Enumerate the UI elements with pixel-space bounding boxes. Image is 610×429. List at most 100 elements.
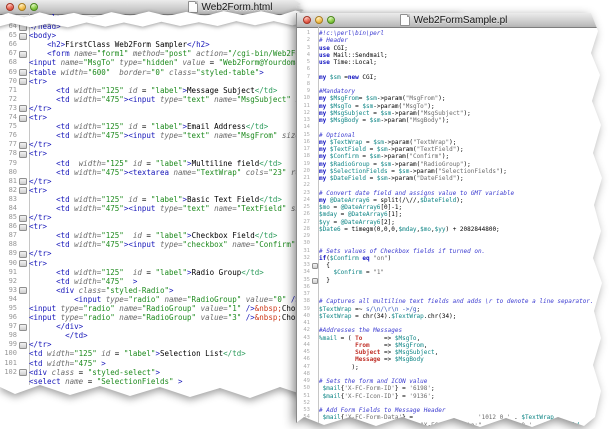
code-text[interactable]: my $DateField = $sm->param("DateField"); [319,175,610,182]
code-text[interactable]: $TextWrap =~ s/\n/\r\n ->/g; [319,306,610,313]
bookmark-marker-icon[interactable] [19,68,29,77]
bookmark-marker-icon[interactable] [19,113,29,122]
code-line[interactable]: 46 Message => $MsgBody [297,356,610,363]
code-line[interactable]: 4use Mail::Sendmail; [297,52,610,59]
bookmark-marker-icon[interactable] [19,49,29,58]
bookmark-marker-icon[interactable] [19,177,29,186]
code-line[interactable]: 15# Optional [297,132,610,139]
code-line[interactable]: 38# Captures all multiline text fields a… [297,298,610,305]
code-text[interactable]: Subject => $MsgSubject, [319,349,610,356]
code-text[interactable]: $mail{'X-FC-Form-Data'} = '1012 0 ' . $T… [319,414,610,421]
bookmark-marker-icon[interactable] [19,322,29,331]
code-text[interactable]: # Add Form Fields to Message Header [319,407,610,414]
code-line[interactable]: 9#Mandatory [297,88,610,95]
code-line[interactable]: 6 [297,66,610,73]
bookmark-marker-icon[interactable] [19,368,29,377]
code-line[interactable]: 24my @DateArray6 = split(/\//,$DateField… [297,197,610,204]
code-text[interactable]: #Addresses the Messages [319,327,610,334]
code-text[interactable]: #Mandatory [319,88,610,95]
code-line[interactable]: 7my $sm =new CGI; [297,74,610,81]
bookmark-marker-icon[interactable] [19,249,29,258]
code-line[interactable]: 22 [297,182,610,189]
code-line[interactable]: 14 [297,124,610,131]
code-text[interactable]: ); [319,364,610,371]
code-text[interactable]: my $MsgFrom= $sm->param("MsgFrom"); [319,95,610,102]
code-line[interactable]: 51 $mail{'X-FC-Icon-ID'} = '9136'; [297,393,610,400]
code-line[interactable]: 42#Addresses the Messages [297,327,610,334]
code-line[interactable]: 52 [297,400,610,407]
code-text[interactable]: my $MsgSubject = $sm->param("MsgSubject"… [319,110,610,117]
code-text[interactable]: # Header [319,37,610,44]
code-line[interactable]: 47 ); [297,364,610,371]
bookmark-marker-icon[interactable] [19,286,29,295]
code-line[interactable]: 1#!c:\perl\bin\perl [297,30,610,37]
code-line[interactable]: 39$TextWrap =~ s/\n/\r\n ->/g; [297,306,610,313]
code-line[interactable]: 20my $SelectionFields = $sm->param("Sele… [297,168,610,175]
bookmark-marker-icon[interactable] [312,277,319,284]
code-line[interactable]: 11my $MsgTo = $sm->param("MsgTo"); [297,103,610,110]
code-text[interactable]: # Captures all multiline text fields and… [319,298,610,305]
code-line[interactable]: 13my $MsgBody = $sm->param("MsgBody"); [297,117,610,124]
code-text[interactable]: $mday = @DateArray6[1]; [319,211,610,218]
close-button[interactable] [303,16,311,24]
bookmark-marker-icon[interactable] [19,340,29,349]
bookmark-marker-icon[interactable] [19,31,29,40]
code-text[interactable]: From => $MsgFrom, [319,342,610,349]
code-text[interactable]: { [319,262,610,269]
bookmark-marker-icon[interactable] [19,140,29,149]
code-text[interactable]: my $TextField = $sm->param("TextField"); [319,146,610,153]
code-text[interactable]: ."\n" . "X-FC-FORM-Data:" . '1002 0 ' . … [319,422,610,429]
code-text[interactable]: $Date6 = timegm(0,0,0,$mday,$mo,$yy) + 2… [319,226,610,233]
code-line[interactable]: 49# Sets the form and ICON value [297,378,610,385]
code-text[interactable]: # Convert date field and assigns value t… [319,190,610,197]
minimize-button[interactable] [315,16,323,24]
bookmark-marker-icon[interactable] [19,213,29,222]
code-text[interactable]: use Time::Local; [319,59,610,66]
code-text[interactable]: # Sets values of Checkbox fields if turn… [319,248,610,255]
code-text[interactable]: # Sets the form and ICON value [319,378,610,385]
code-text[interactable]: use CGI; [319,45,610,52]
code-line[interactable]: 48 [297,371,610,378]
code-text[interactable]: my @DateArray6 = split(/\//,$DateField); [319,197,610,204]
code-text[interactable]: %mail = ( To => $MsgTo, [319,335,610,342]
code-line[interactable]: 26$mday = @DateArray6[1]; [297,211,610,218]
bookmark-marker-icon[interactable] [19,186,29,195]
code-line[interactable]: 8 [297,81,610,88]
code-text[interactable]: my $MsgBody = $sm->param("MsgBody"); [319,117,610,124]
code-line[interactable]: 17my $TextField = $sm->param("TextField"… [297,146,610,153]
code-line[interactable]: 44 From => $MsgFrom, [297,342,610,349]
code-text[interactable]: } [319,277,610,284]
code-line[interactable]: 55 ."\n" . "X-FC-FORM-Data:" . '1002 0 '… [297,422,610,429]
code-line[interactable]: 18my $Confirm = $sm->param("Confirm"); [297,153,610,160]
right-code-area[interactable]: 1#!c:\perl\bin\perl2# Header3use CGI;4us… [297,27,610,429]
code-line[interactable]: 31# Sets values of Checkbox fields if tu… [297,248,610,255]
zoom-button[interactable] [327,16,335,24]
code-line[interactable]: 34 $Confirm = "1" [297,269,610,276]
code-text[interactable]: Message => $MsgBody [319,356,610,363]
code-line[interactable]: 43%mail = ( To => $MsgTo, [297,335,610,342]
code-text[interactable]: $TextWrap = chr(34).$TextWrap.chr(34); [319,313,610,320]
code-line[interactable]: 3use CGI; [297,45,610,52]
code-line[interactable]: 21my $DateField = $sm->param("DateField"… [297,175,610,182]
code-line[interactable]: 10my $MsgFrom= $sm->param("MsgFrom"); [297,95,610,102]
bookmark-marker-icon[interactable] [19,77,29,86]
code-line[interactable]: 30 [297,240,610,247]
code-line[interactable]: 53# Add Form Fields to Message Header [297,407,610,414]
code-text[interactable]: $mo = @DateArray6[0]-1; [319,204,610,211]
code-line[interactable]: 12my $MsgSubject = $sm->param("MsgSubjec… [297,110,610,117]
code-line[interactable]: 33 { [297,262,610,269]
bookmark-marker-icon[interactable] [19,149,29,158]
code-line[interactable]: 54 $mail{'X-FC-Form-Data'} = '1012 0 ' .… [297,414,610,421]
code-line[interactable]: 40$TextWrap = chr(34).$TextWrap.chr(34); [297,313,610,320]
code-line[interactable]: 50 $mail{'X-FC-Form-ID'} = '6198'; [297,385,610,392]
code-line[interactable]: 35 } [297,277,610,284]
code-line[interactable]: 37 [297,291,610,298]
document-proxy-icon[interactable] [400,14,410,26]
code-text[interactable]: my $SelectionFields = $sm->param("Select… [319,168,610,175]
bookmark-marker-icon[interactable] [312,262,319,269]
code-text[interactable]: if($Confirm eq "on") [319,255,610,262]
code-text[interactable]: my $RadioGroup = $sm->param("RadioGroup"… [319,161,610,168]
code-text[interactable]: #!c:\perl\bin\perl [319,30,610,37]
code-line[interactable]: 5use Time::Local; [297,59,610,66]
code-line[interactable]: 27$yy = @DateArray6[2]; [297,219,610,226]
